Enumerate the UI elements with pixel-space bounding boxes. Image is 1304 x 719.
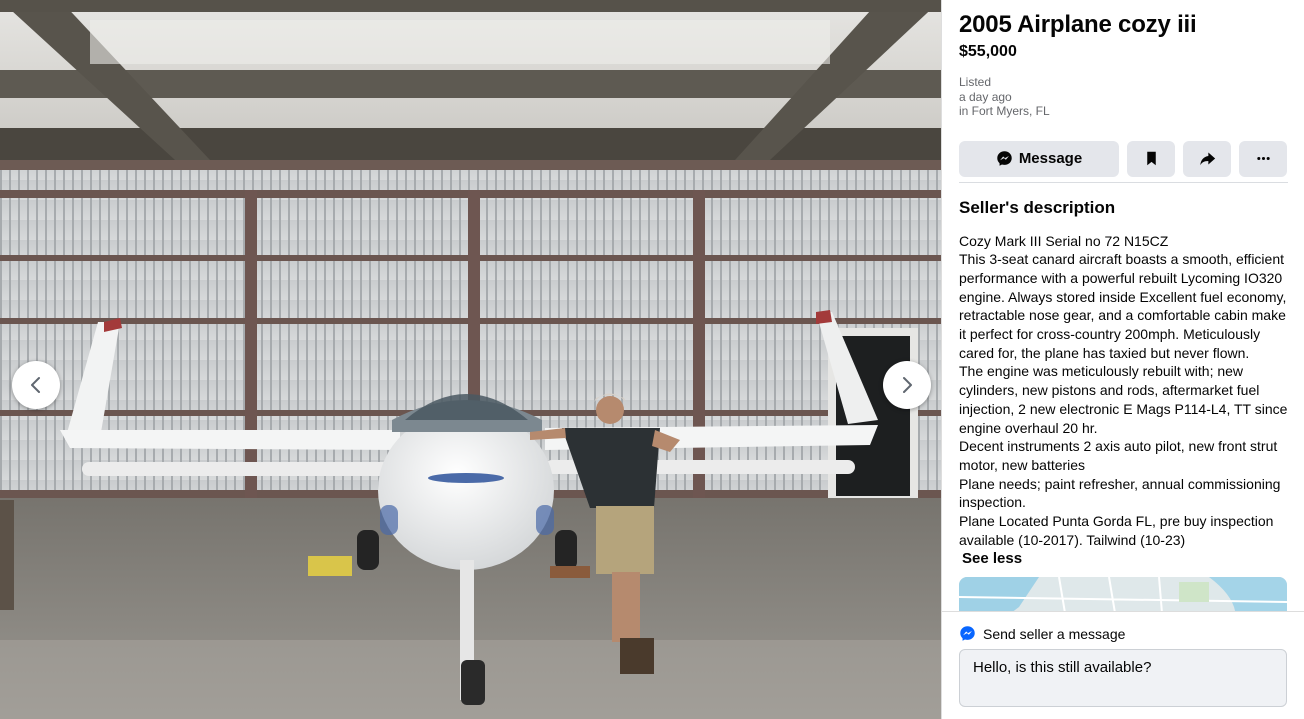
more-options-button[interactable]: [1239, 140, 1287, 177]
map-image: [959, 577, 1287, 611]
listing-location[interactable]: in Fort Myers, FL: [959, 104, 1288, 119]
message-button-label: Message: [1018, 150, 1083, 167]
message-input[interactable]: Hello, is this still available?: [959, 649, 1287, 707]
message-button[interactable]: Message: [959, 140, 1119, 177]
save-button[interactable]: [1127, 140, 1175, 177]
next-photo-button[interactable]: [883, 361, 931, 409]
listing-details-panel: 2005 Airplane cozy iii $55,000 Listed a …: [941, 0, 1304, 719]
share-button[interactable]: [1183, 140, 1231, 177]
description-line: Plane Located Punta Gorda FL, pre buy in…: [959, 513, 1274, 548]
description-line: This 3-seat canard aircraft boasts a smo…: [959, 251, 1287, 361]
description-heading: Seller's description: [959, 197, 1116, 217]
chevron-left-icon: [31, 377, 40, 393]
divider: [959, 181, 1288, 183]
hangar-airplane-image: [0, 0, 941, 719]
action-bar: Message: [959, 140, 1288, 177]
listed-time: a day ago: [959, 89, 1012, 104]
listing-photo: [0, 0, 941, 719]
description-line: Decent instruments 2 axis auto pilot, ne…: [959, 438, 1278, 473]
seller-description: Cozy Mark III Serial no 72 N15CZ This 3-…: [959, 232, 1288, 570]
location-map[interactable]: [959, 577, 1287, 611]
description-line: The engine was meticulously rebuilt with…: [959, 363, 1288, 436]
listed-label: Listed: [959, 75, 992, 89]
description-line: Plane needs; paint refresher, annual com…: [959, 475, 1281, 511]
send-message-header: Send seller a message: [959, 625, 1288, 642]
listing-meta: Listed a day ago in Fort Myers, FL: [959, 75, 1288, 119]
description-line: Cozy Mark III Serial no 72 N15CZ: [959, 232, 1169, 249]
messenger-icon: [997, 151, 1012, 166]
more-icon: [1256, 156, 1270, 161]
send-message-area: Send seller a message Hello, is this sti…: [942, 611, 1304, 719]
bookmark-icon: [1146, 151, 1156, 166]
see-less-link[interactable]: See less: [962, 550, 1022, 569]
previous-photo-button[interactable]: [12, 361, 60, 409]
details-scroll-area[interactable]: 2005 Airplane cozy iii $55,000 Listed a …: [942, 0, 1304, 611]
listing-price: $55,000: [959, 43, 1017, 60]
chevron-right-icon: [903, 377, 912, 393]
share-icon: [1199, 152, 1215, 166]
send-message-label: Send seller a message: [983, 625, 1126, 642]
messenger-icon: [960, 626, 975, 641]
listing-title: 2005 Airplane cozy iii: [959, 11, 1197, 38]
